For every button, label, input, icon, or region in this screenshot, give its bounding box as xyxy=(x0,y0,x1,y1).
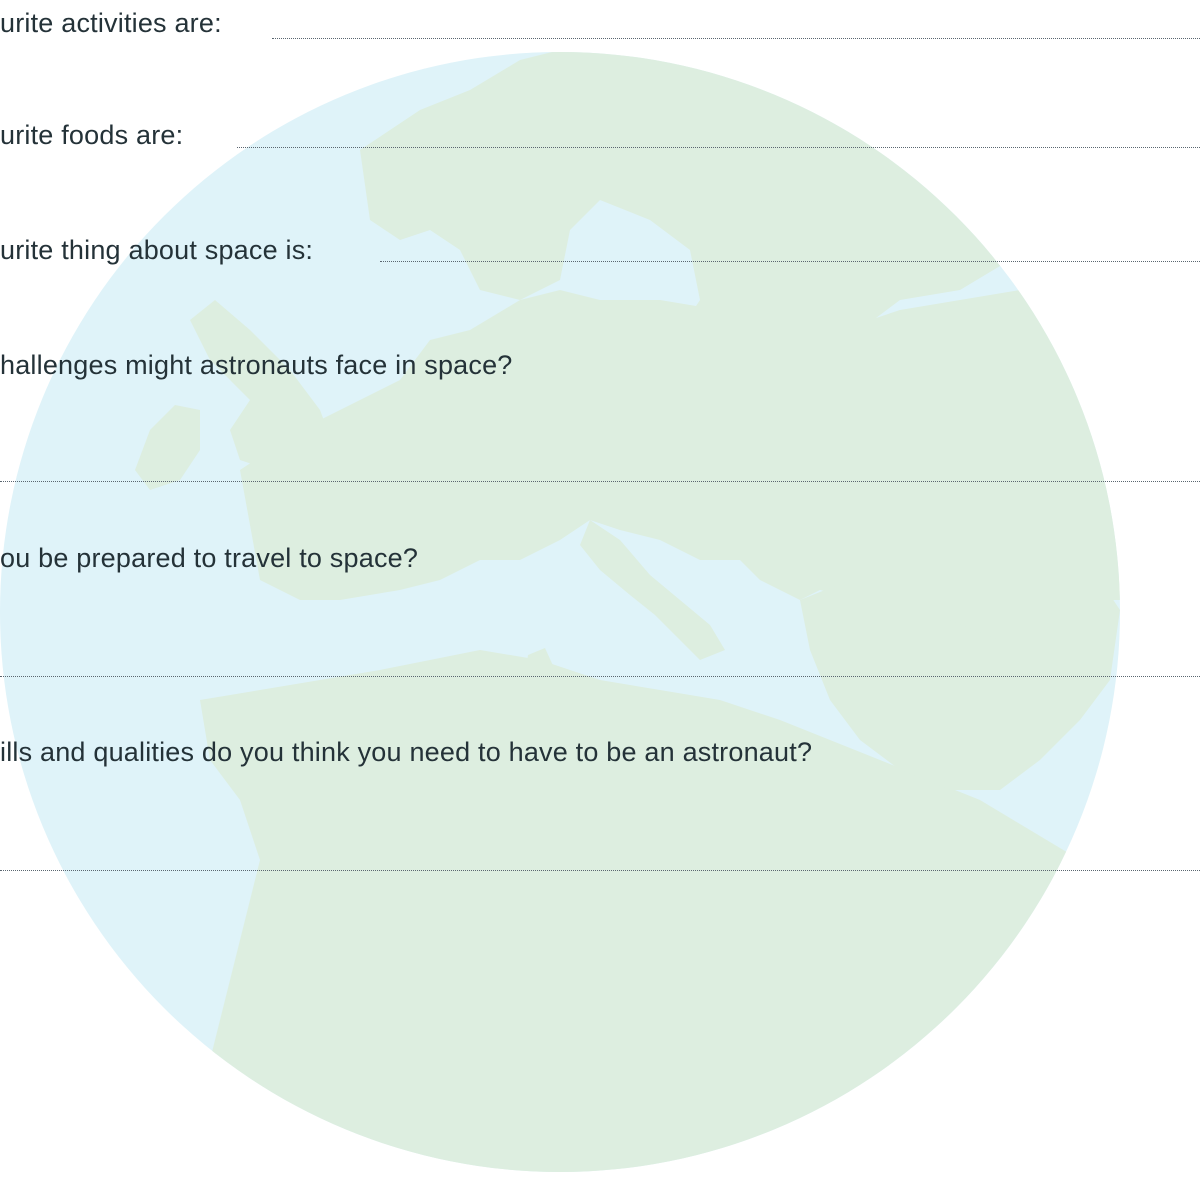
field-label-space-thing: urite thing about space is: xyxy=(0,235,314,265)
answer-line-foods[interactable] xyxy=(237,147,1200,148)
answer-line-skills[interactable] xyxy=(0,870,1200,871)
answer-line-challenges[interactable] xyxy=(0,481,1200,482)
answer-line-prepared[interactable] xyxy=(0,676,1200,677)
answer-line-activities[interactable] xyxy=(272,38,1200,39)
question-prepared: ou be prepared to travel to space? xyxy=(0,543,419,573)
question-skills: ills and qualities do you think you need… xyxy=(0,737,813,767)
field-label-activities: urite activities are: xyxy=(0,8,222,38)
answer-line-space-thing[interactable] xyxy=(380,261,1200,262)
field-label-foods: urite foods are: xyxy=(0,120,184,150)
earth-globe-illustration xyxy=(0,52,1120,1172)
question-challenges: hallenges might astronauts face in space… xyxy=(0,350,513,380)
